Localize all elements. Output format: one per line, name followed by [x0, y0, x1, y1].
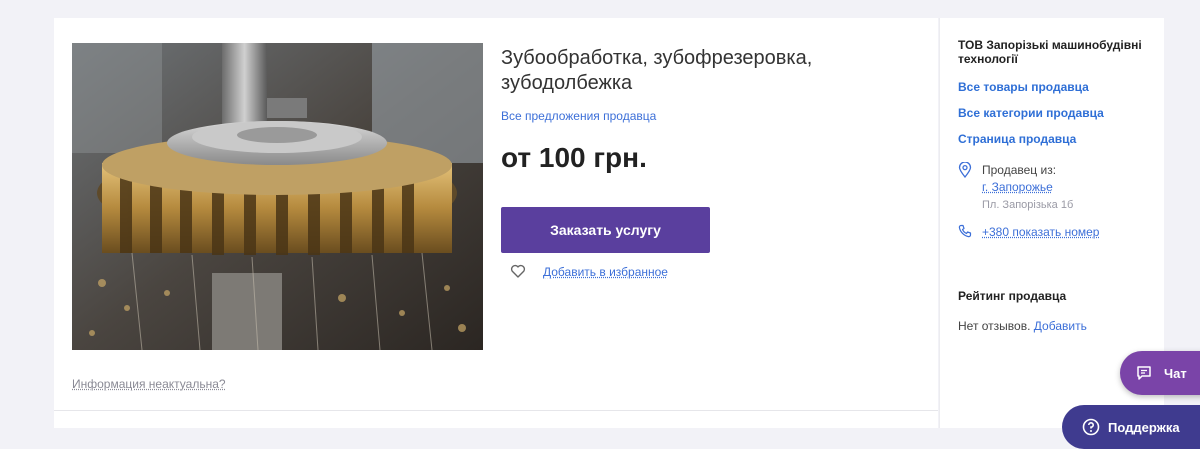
add-to-favorites-link[interactable]: Добавить в избранное [543, 265, 668, 279]
seller-all-products-link[interactable]: Все товары продавца [958, 80, 1089, 94]
product-photo[interactable] [72, 43, 483, 350]
gear-cutting-image [72, 43, 483, 350]
seller-from-label: Продавец из: [982, 163, 1057, 177]
divider [54, 410, 938, 411]
no-reviews-text: Нет отзывов. [958, 319, 1031, 333]
price: от 100 грн. [501, 142, 647, 173]
support-button[interactable]: Поддержка [1062, 405, 1200, 449]
seller-all-categories-link[interactable]: Все категории продавца [958, 106, 1104, 120]
map-pin-icon [958, 162, 972, 178]
support-label: Поддержка [1108, 419, 1180, 435]
chat-label: Чат [1164, 365, 1187, 381]
heart-outline-icon[interactable] [510, 263, 526, 279]
listing-card: Зубообработка, зубофрезеровка, зубодолбе… [54, 18, 938, 428]
seller-page-link[interactable]: Страница продавца [958, 132, 1076, 146]
seller-reviews-status: Нет отзывов. Добавить [958, 319, 1087, 333]
seller-name: ТОВ Запорізькі машинобудівні технології [958, 38, 1142, 66]
seller-city-link[interactable]: г. Запорожье [982, 180, 1053, 194]
listing-title: Зубообработка, зубофрезеровка, зубодолбе… [501, 47, 813, 94]
order-service-button[interactable]: Заказать услугу [501, 207, 710, 253]
stale-info-link[interactable]: Информация неактуальна? [72, 377, 226, 391]
question-circle-icon [1082, 418, 1100, 436]
phone-icon [958, 224, 972, 238]
seller-rating-title: Рейтинг продавца [958, 289, 1067, 303]
all-offers-link[interactable]: Все предложения продавца [501, 109, 656, 123]
chat-bubble-icon [1137, 366, 1151, 380]
show-phone-link[interactable]: +380 показать номер [982, 225, 1099, 239]
chat-button[interactable]: Чат [1120, 351, 1200, 395]
seller-address: Пл. Запорізька 1б [982, 199, 1074, 211]
add-review-link[interactable]: Добавить [1034, 319, 1087, 333]
